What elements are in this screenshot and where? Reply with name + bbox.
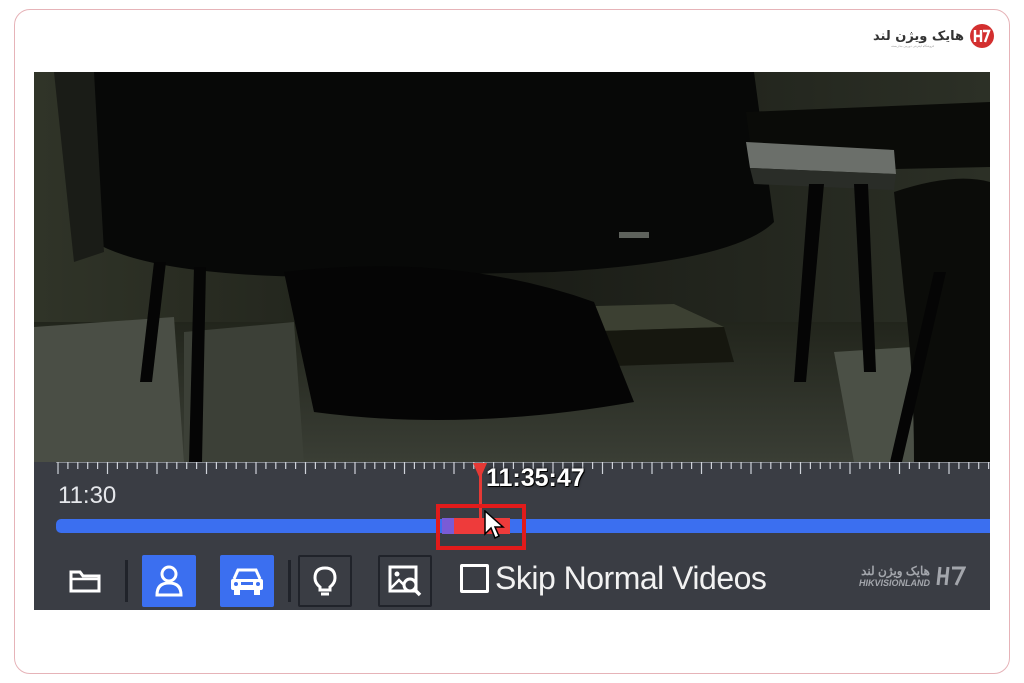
brand-header: هایک ویژن لند فروشگاه اینترنتی دوربین مد… (873, 24, 994, 48)
lightbulb-icon (313, 566, 337, 596)
mouse-cursor-icon (484, 510, 505, 540)
video-player: 11:30 11:35:47 Skip Normal Videos هایک و… (34, 72, 990, 610)
playhead-marker-icon[interactable] (473, 463, 487, 479)
current-time-label: 11:35:47 (486, 464, 585, 492)
skip-normal-videos-label: Skip Normal Videos (495, 560, 767, 596)
skip-normal-videos-option[interactable]: Skip Normal Videos (460, 560, 767, 597)
vehicle-filter-button[interactable] (220, 555, 274, 607)
watermark: هایک ویژن لند HIKVISIONLAND (859, 564, 966, 588)
image-search-icon (388, 565, 422, 597)
watermark-en: HIKVISIONLAND (858, 578, 930, 588)
watermark-logo-icon (936, 566, 966, 586)
human-filter-button[interactable] (142, 555, 196, 607)
brand-logo-icon (970, 24, 994, 48)
search-picture-button[interactable] (378, 555, 432, 607)
timeline-scale-label: 11:30 (58, 482, 117, 509)
event-highlight-box (436, 504, 526, 550)
car-icon (231, 568, 263, 595)
folder-button[interactable] (58, 555, 112, 607)
folder-icon (69, 570, 101, 593)
playback-toolbar: Skip Normal Videos (34, 550, 990, 610)
skip-normal-videos-checkbox[interactable] (460, 564, 489, 593)
toolbar-divider (125, 560, 128, 602)
smart-event-button[interactable] (298, 555, 352, 607)
toolbar-divider (288, 560, 291, 602)
playback-controls: 11:30 11:35:47 Skip Normal Videos (34, 462, 990, 610)
person-icon (155, 565, 183, 597)
video-frame[interactable] (34, 72, 990, 462)
watermark-fa: هایک ویژن لند (861, 564, 930, 578)
brand-tagline: فروشگاه اینترنتی دوربین مداربسته (891, 44, 934, 48)
brand-name: هایک ویژن لند (873, 29, 964, 44)
